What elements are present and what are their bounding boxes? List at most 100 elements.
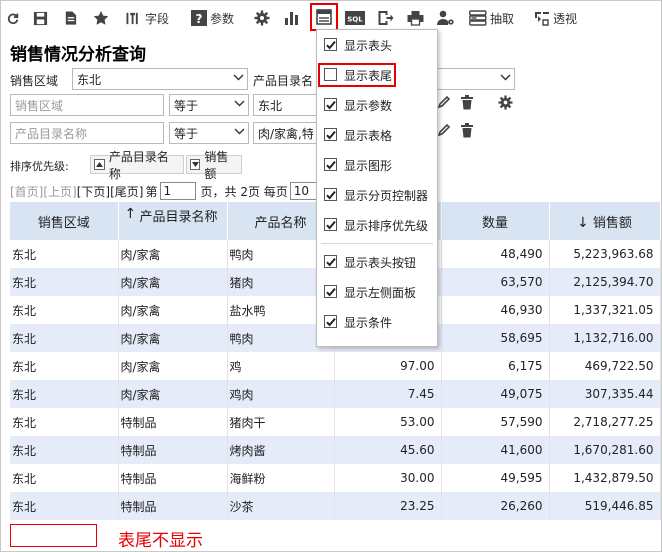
table-cell: 6,175 [441, 352, 550, 380]
sort-chip-category[interactable]: 产品目录名称 [90, 150, 184, 181]
sales-region-value: 东北 [77, 73, 102, 87]
checkbox-unchecked-icon[interactable] [324, 68, 337, 81]
condition-operator-select-2[interactable]: 等于 [169, 122, 249, 144]
pager-first[interactable]: [首页] [10, 183, 43, 200]
chart-button[interactable] [284, 7, 300, 29]
display-options-button[interactable] [310, 3, 338, 31]
condition-operator-select[interactable]: 等于 [169, 94, 249, 116]
exit-button[interactable] [377, 7, 394, 29]
menu-item-7[interactable]: 显示排序优先级 [317, 214, 437, 236]
checkbox-checked-icon[interactable] [324, 188, 337, 201]
pager-page-prefix: 第 [145, 184, 158, 199]
header-product-category[interactable]: ↑ 产品目录名称 [118, 202, 228, 240]
fields-label: 字段 [145, 11, 170, 26]
menu-item-10[interactable]: 显示条件 [317, 311, 437, 333]
condition-value-input[interactable]: 东北 [253, 94, 317, 116]
table-cell: 鸡肉 [227, 380, 335, 408]
trash-icon[interactable] [460, 123, 474, 138]
star-icon [93, 11, 109, 25]
table-cell: 烤肉酱 [227, 436, 335, 464]
menu-item-label: 显示表尾 [344, 69, 393, 83]
user-settings-button[interactable] [437, 7, 455, 29]
footer-placeholder-box [10, 524, 97, 547]
table-cell: 469,722.50 [549, 352, 661, 380]
menu-item-6[interactable]: 显示分页控制器 [317, 184, 437, 206]
checkbox-checked-icon[interactable] [324, 255, 337, 268]
table-cell: 45.60 [334, 436, 442, 464]
checkbox-checked-icon[interactable] [324, 218, 337, 231]
checkbox-checked-icon[interactable] [324, 38, 337, 51]
table-cell: 2,125,394.70 [549, 268, 661, 296]
pivot-button[interactable]: 透视 [534, 7, 577, 29]
checkbox-checked-icon[interactable] [324, 158, 337, 171]
menu-item-9[interactable]: 显示左侧面板 [317, 281, 437, 303]
table-cell: 东北 [10, 296, 119, 324]
table-cell: 特制品 [118, 464, 228, 492]
table-cell: 东北 [10, 268, 119, 296]
sort-chip-sales[interactable]: 销售额 [186, 150, 242, 181]
pencil-icon[interactable] [437, 123, 451, 137]
export-button[interactable] [63, 7, 78, 29]
header-sales-region[interactable]: 销售区域 [10, 202, 119, 240]
help-icon: ? [191, 10, 207, 26]
pencil-icon[interactable] [437, 95, 451, 109]
params-button[interactable]: ? 参数 [191, 7, 234, 29]
menu-item-8[interactable]: 显示表头按钮 [317, 251, 437, 273]
chevron-down-icon [234, 128, 245, 135]
condition-value-input-2[interactable]: 肉/家禽,特 [253, 122, 317, 144]
condition-field-input-2[interactable]: 产品目录名称 [10, 122, 164, 144]
document-icon [65, 11, 77, 25]
save-button[interactable] [33, 7, 48, 29]
menu-item-3[interactable]: 显示参数 [317, 94, 437, 116]
pager-next[interactable]: [下页] [77, 183, 110, 200]
extract-button[interactable]: 抽取 [469, 7, 514, 29]
gear-icon[interactable] [498, 95, 513, 110]
table-row: 东北 肉/家禽 鸡肉 7.45 49,075 307,335.44 [10, 380, 661, 408]
condition-field-input[interactable]: 销售区域 [10, 94, 164, 116]
checkbox-checked-icon[interactable] [324, 128, 337, 141]
menu-item-label: 显示左侧面板 [344, 286, 417, 300]
checkbox-checked-icon[interactable] [324, 98, 337, 111]
table-cell: 肉/家禽 [118, 380, 228, 408]
header-quantity[interactable]: 数量 [441, 202, 550, 240]
menu-item-4[interactable]: 显示表格 [317, 124, 437, 146]
sales-region-select[interactable]: 东北 [72, 68, 248, 90]
settings-button[interactable] [254, 7, 270, 29]
menu-item-5[interactable]: 显示图形 [317, 154, 437, 176]
sort-up-arrow-icon: ↑ [124, 206, 137, 222]
sort-down-arrow-icon: ↓ [577, 214, 589, 231]
menu-item-1[interactable]: 显示表头 [317, 34, 437, 56]
user-gear-icon [437, 10, 454, 25]
menu-item-2[interactable]: 显示表尾 [317, 63, 437, 87]
product-category-select[interactable] [437, 68, 515, 90]
refresh-button[interactable] [6, 7, 20, 29]
svg-text:?: ? [196, 12, 203, 26]
table-cell: 1,670,281.60 [549, 436, 661, 464]
checkbox-checked-icon[interactable] [324, 285, 337, 298]
display-options-menu: 显示表头显示表尾显示参数显示表格显示图形显示分页控制器 显示排序优先级 显示表头按钮… [316, 29, 438, 347]
table-cell: 东北 [10, 408, 119, 436]
header-sales[interactable]: ↓ 销售额 [549, 202, 661, 240]
table-row: 东北 特制品 沙茶 23.25 26,260 519,446.85 [10, 492, 661, 520]
sort-asc-icon [94, 159, 105, 170]
header-product-category-label: 产品目录名称 [139, 209, 218, 225]
print-button[interactable] [407, 7, 424, 29]
pager-prev[interactable]: [上页] [43, 183, 76, 200]
menu-item-label: 显示表格 [344, 129, 393, 143]
printer-icon [407, 11, 424, 26]
sql-icon: SQL [345, 11, 365, 25]
refresh-icon [7, 13, 19, 24]
svg-text:SQL: SQL [347, 16, 363, 24]
trash-icon[interactable] [460, 95, 474, 110]
fields-icon [126, 12, 138, 24]
chevron-down-icon [500, 74, 511, 81]
fields-button[interactable]: 字段 [126, 7, 169, 29]
table-cell: 肉/家禽 [118, 352, 228, 380]
checkbox-checked-icon[interactable] [324, 315, 337, 328]
pager-page-input[interactable]: 1 [159, 182, 196, 200]
table-cell: 东北 [10, 464, 119, 492]
sql-button[interactable]: SQL [345, 7, 365, 29]
favorite-button[interactable] [93, 7, 109, 29]
page-title: 销售情况分析查询 [10, 45, 146, 65]
pager-last[interactable]: [尾页] [110, 183, 143, 200]
